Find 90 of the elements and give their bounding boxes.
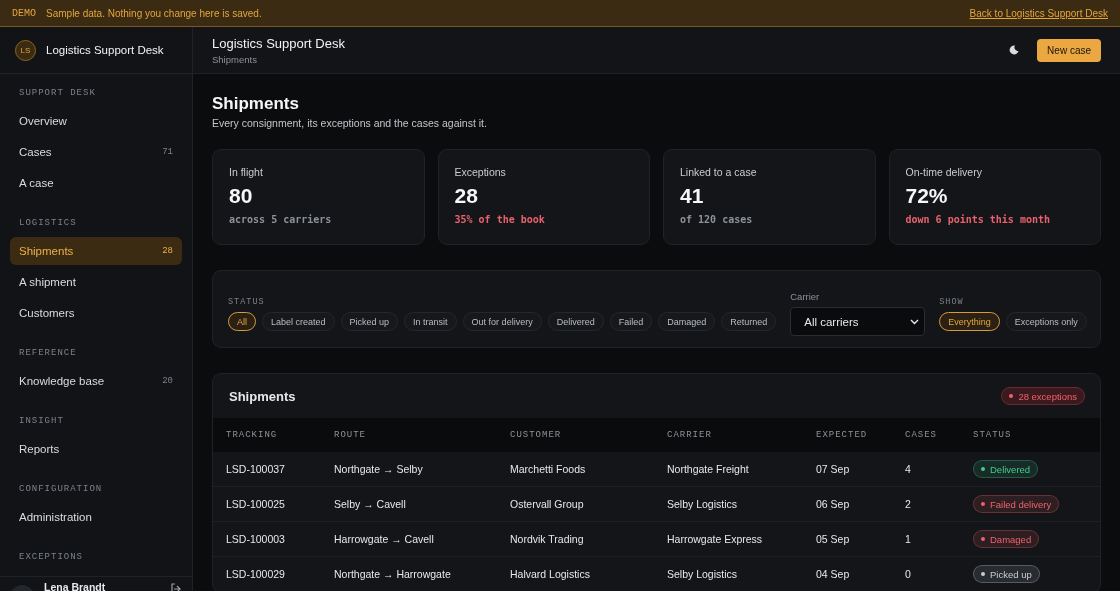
table-cell: 1 xyxy=(892,521,960,557)
status-chip[interactable]: Failed xyxy=(609,312,653,331)
status-badge: Picked up xyxy=(973,565,1040,583)
table-cell: Selby Logistics xyxy=(654,486,803,522)
demo-tag: DEMO xyxy=(12,7,36,19)
table-cell: 2 xyxy=(892,486,960,522)
status-chip[interactable]: Delivered xyxy=(547,312,604,331)
stat-note: down 6 points this month xyxy=(905,214,1051,225)
status-badge: Delivered xyxy=(973,460,1039,478)
sidebar-item[interactable]: Shipments 28 xyxy=(10,237,182,265)
status-chip[interactable]: Out for delivery xyxy=(462,312,542,331)
sidebar-item[interactable]: Cases 71 xyxy=(10,138,182,166)
sidebar-item[interactable]: Administration xyxy=(10,503,182,531)
back-link[interactable]: Back to Logistics Support Desk xyxy=(969,7,1108,19)
table-cell: LSD-100029 xyxy=(213,556,321,591)
section-label: LOGISTICS xyxy=(18,217,78,229)
stat-label: In flight xyxy=(229,166,264,178)
show-chip[interactable]: Exceptions only xyxy=(1005,312,1087,331)
table-cell: 0 xyxy=(892,556,960,591)
table-cell: LSD-100025 xyxy=(213,486,321,522)
table-cell: Selby Logistics xyxy=(654,556,803,591)
stat-label: Linked to a case xyxy=(680,166,758,178)
status-badge: Damaged xyxy=(973,530,1040,548)
column-header: CASES xyxy=(892,418,960,452)
table-cell: LSD-100003 xyxy=(213,521,321,557)
filter-label: SHOW xyxy=(939,297,965,307)
status-chip[interactable]: Damaged xyxy=(658,312,716,331)
table-cell: Northgate → Selby xyxy=(321,452,497,487)
status-chip[interactable]: All xyxy=(228,312,256,331)
user-name: Lena Brandt xyxy=(44,581,107,591)
status-chip[interactable]: Label created xyxy=(262,312,335,331)
sidebar-item[interactable]: Customers xyxy=(10,299,182,327)
stat-value: 72% xyxy=(905,184,949,208)
section-label: CONFIGURATION xyxy=(18,483,104,495)
sidebar-item[interactable]: A shipment xyxy=(10,268,182,296)
carrier-label: Carrier xyxy=(790,291,821,302)
stat-note: 35% of the book xyxy=(454,214,546,225)
section-label: SUPPORT DESK xyxy=(18,87,97,99)
status-badge: Failed delivery xyxy=(973,495,1060,513)
table-cell: 4 xyxy=(892,452,960,487)
stat-label: Exceptions xyxy=(454,166,507,178)
column-header: ROUTE xyxy=(321,418,497,452)
new-case-button[interactable]: New case xyxy=(1037,38,1101,62)
column-header: CARRIER xyxy=(654,418,803,452)
brand-logo: LS xyxy=(15,39,36,61)
table-cell: Nordvik Trading xyxy=(497,521,654,557)
section-label: EXCEPTIONS xyxy=(18,551,84,563)
page-title: Shipments xyxy=(212,94,300,114)
section-label: REFERENCE xyxy=(18,347,78,359)
column-header: TRACKING xyxy=(213,418,321,452)
sidebar-item[interactable]: A case xyxy=(10,169,182,197)
stat-note: across 5 carriers xyxy=(229,214,333,225)
table-cell: Ostervall Group xyxy=(497,486,654,522)
table-cell: 06 Sep xyxy=(803,486,892,522)
column-header: EXPECTED xyxy=(803,418,892,452)
table-cell: Halvard Logistics xyxy=(497,556,654,591)
table-cell: 04 Sep xyxy=(803,556,892,591)
column-header: CUSTOMER xyxy=(497,418,654,452)
table-cell: Harrowgate → Cavell xyxy=(321,521,497,557)
table-title: Shipments xyxy=(229,388,296,404)
sidebar-item[interactable]: Reports xyxy=(10,435,182,463)
sidebar-item[interactable]: Knowledge base 20 xyxy=(10,367,182,395)
table-cell: Northgate → Harrowgate xyxy=(321,556,497,591)
status-chip[interactable]: Picked up xyxy=(340,312,399,331)
breadcrumb[interactable]: Shipments xyxy=(212,53,1010,65)
status-chip[interactable]: In transit xyxy=(404,312,457,331)
banner-message: Sample data. Nothing you change here is saved. xyxy=(46,7,263,19)
column-header: STATUS xyxy=(960,418,1100,452)
section-label: INSIGHT xyxy=(18,415,65,427)
brand-name: Logistics Support Desk xyxy=(46,44,164,56)
stat-value: 80 xyxy=(229,184,254,208)
stat-value: 41 xyxy=(680,184,705,208)
header-title: Logistics Support Desk xyxy=(212,35,346,51)
carrier-select[interactable]: All carriers xyxy=(790,307,926,336)
exceptions-badge: 28 exceptions xyxy=(1001,387,1085,405)
stat-value: 28 xyxy=(454,184,479,208)
table-cell: 07 Sep xyxy=(803,452,892,487)
filter-label: STATUS xyxy=(228,297,266,307)
table-cell: 05 Sep xyxy=(803,521,892,557)
show-chip[interactable]: Everything xyxy=(939,312,1000,331)
sidebar-item[interactable]: Overview xyxy=(10,107,182,135)
table-cell: Selby → Cavell xyxy=(321,486,497,522)
table-cell: Harrowgate Express xyxy=(654,521,803,557)
status-chip[interactable]: Returned xyxy=(721,312,777,331)
stat-label: On-time delivery xyxy=(905,166,983,178)
table-cell: Northgate Freight xyxy=(654,452,803,487)
table-cell: Marchetti Foods xyxy=(497,452,654,487)
table-cell: LSD-100037 xyxy=(213,452,321,487)
page-subtitle: Every consignment, its exceptions and the cases against it. xyxy=(212,117,488,129)
stat-note: of 120 cases xyxy=(680,214,754,225)
